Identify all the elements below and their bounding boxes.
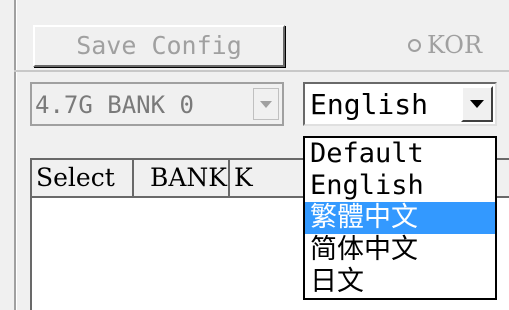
language-option-default[interactable]: Default <box>305 138 495 170</box>
bank-select[interactable]: 4.7G BANK 0 <box>30 82 284 126</box>
column-header-bank[interactable]: BANK <box>134 160 230 198</box>
chevron-down-icon <box>470 100 484 108</box>
language-option-simplified-chinese[interactable]: 简体中文 <box>305 234 495 266</box>
bank-select-value: 4.7G BANK 0 <box>35 91 194 119</box>
language-select-value: English <box>310 88 429 121</box>
language-option-japanese[interactable]: 日文 <box>305 266 495 298</box>
save-config-button[interactable]: Save Config <box>33 25 285 67</box>
chevron-down-icon <box>260 100 272 108</box>
language-select-arrow[interactable] <box>461 86 493 122</box>
bank-select-arrow[interactable] <box>253 88 279 120</box>
column-header-select[interactable]: Select <box>32 160 134 198</box>
language-dropdown-list: Default English 繁體中文 简体中文 日文 <box>303 136 497 300</box>
left-edge-highlight <box>16 0 17 310</box>
language-option-english[interactable]: English <box>305 170 495 202</box>
kor-radio[interactable]: KOR <box>408 27 482 63</box>
language-option-traditional-chinese[interactable]: 繁體中文 <box>305 202 495 234</box>
language-select[interactable]: English <box>303 82 497 126</box>
kor-radio-label: KOR <box>427 31 483 59</box>
radio-circle-icon <box>408 38 421 52</box>
group-separator <box>14 70 509 72</box>
